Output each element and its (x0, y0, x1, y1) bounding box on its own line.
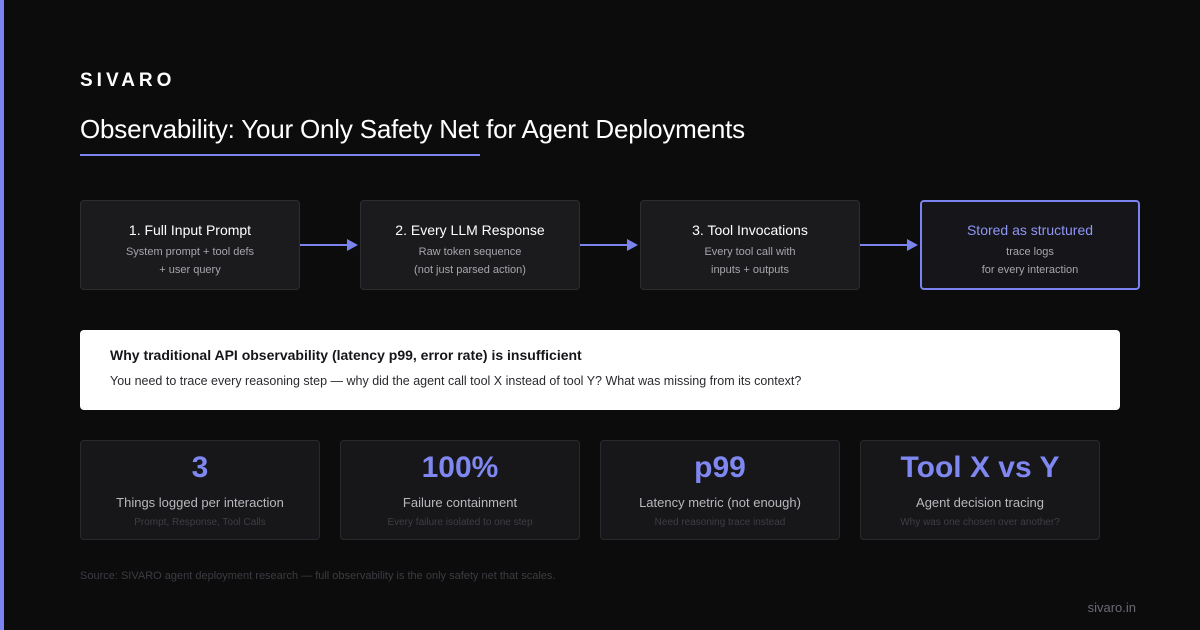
flow-step-detail: (not just parsed action) (414, 264, 526, 276)
insight-callout: Why traditional API observability (laten… (80, 330, 1120, 410)
flow-step-detail: Every tool call with (704, 246, 796, 258)
stat-label: Agent decision tracing (916, 495, 1044, 510)
source-note: Source: SIVARO agent deployment research… (80, 570, 556, 582)
stat-subtext: Why was one chosen over another? (900, 517, 1060, 528)
flow-step-tool-invocations: 3. Tool Invocations Every tool call with… (640, 200, 860, 290)
stat-label: Things logged per interaction (116, 495, 284, 510)
stat-value: 100% (421, 451, 499, 484)
stat-card-things-logged: 3 Things logged per interaction Prompt, … (80, 440, 320, 540)
callout-body: You need to trace every reasoning step —… (110, 374, 802, 388)
stat-subtext: Prompt, Response, Tool Calls (134, 517, 266, 528)
stat-label: Failure containment (402, 495, 518, 510)
stat-value: p99 (694, 451, 746, 484)
stat-label: Latency metric (not enough) (639, 495, 801, 510)
stat-subtext: Need reasoning trace instead (654, 517, 786, 528)
flow-step-detail: + user query (159, 264, 221, 276)
flow-step-structured-storage: Stored as structured trace logs for ever… (920, 200, 1140, 290)
stat-subtext: Every failure isolated to one step (387, 517, 533, 528)
flow-step-title: Stored as structured (966, 222, 1094, 238)
arrow-right-icon (300, 239, 358, 251)
page-title: Observability: Your Only Safety Net for … (80, 114, 745, 144)
flow-step-detail: Raw token sequence (418, 246, 522, 258)
title-underline (80, 154, 480, 156)
flow-step-input-prompt: 1. Full Input Prompt System prompt + too… (80, 200, 300, 290)
brand-logo: SIVARO (80, 70, 176, 91)
stat-card-latency: p99 Latency metric (not enough) Need rea… (600, 440, 840, 540)
stat-value: 3 (191, 451, 209, 484)
flow-step-llm-response: 2. Every LLM Response Raw token sequence… (360, 200, 580, 290)
flow-step-detail: System prompt + tool defs (125, 246, 255, 258)
flow-step-title: 3. Tool Invocations (692, 222, 808, 238)
accent-bar (0, 0, 4, 630)
flow-step-title: 1. Full Input Prompt (128, 222, 252, 238)
callout-heading: Why traditional API observability (laten… (110, 347, 582, 363)
arrow-right-icon (860, 239, 918, 251)
stat-card-failure-containment: 100% Failure containment Every failure i… (340, 440, 580, 540)
stat-card-decision-tracing: Tool X vs Y Agent decision tracing Why w… (860, 440, 1100, 540)
stat-value: Tool X vs Y (900, 451, 1060, 484)
flow-step-detail: for every interaction (981, 264, 1079, 276)
flow-step-detail: trace logs (1006, 246, 1054, 258)
flow-step-detail: inputs + outputs (711, 264, 789, 276)
footer-url: sivaro.in (1087, 600, 1136, 615)
arrow-right-icon (580, 239, 638, 251)
flow-step-title: 2. Every LLM Response (395, 222, 545, 238)
